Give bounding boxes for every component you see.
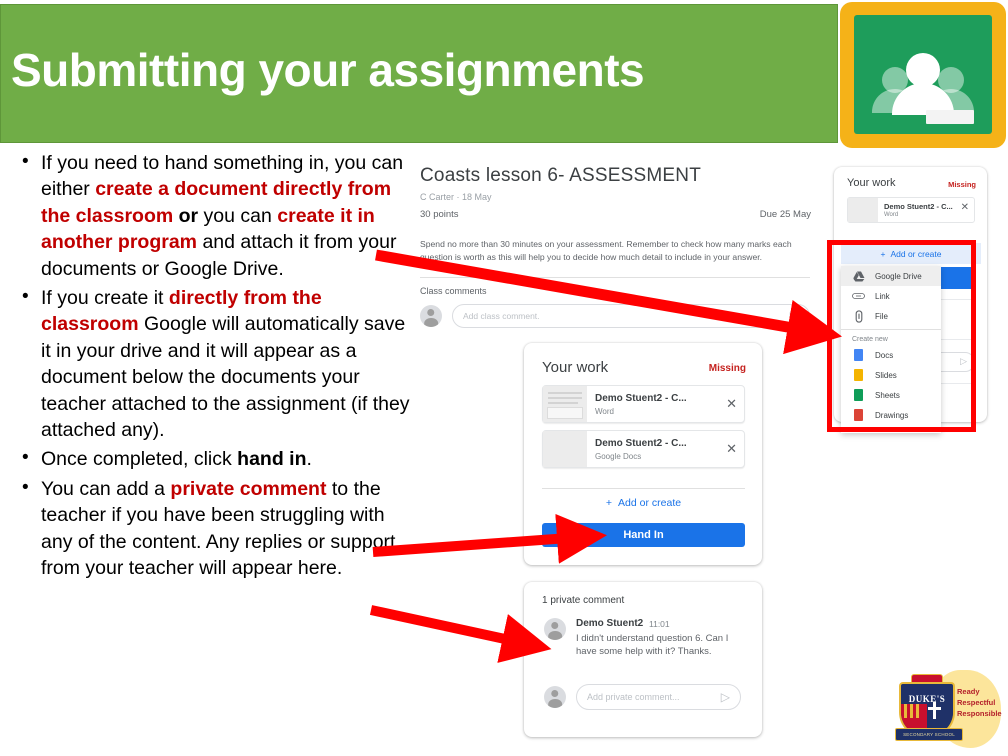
assignment-points: 30 points <box>420 209 459 220</box>
bullet-text-segment: private comment <box>170 477 327 500</box>
bullet-list-items: If you need to hand something in, you ca… <box>14 149 414 582</box>
attachment-type: Word <box>595 407 614 416</box>
comment-timestamp: 11:01 <box>649 619 670 629</box>
bullet-text-segment: hand in <box>237 448 307 471</box>
bullet-list: If you need to hand something in, you ca… <box>14 149 414 585</box>
plus-icon: + <box>605 497 613 509</box>
status-badge: Missing <box>948 180 976 189</box>
comment-body: I didn't understand question 6. Can I ha… <box>576 633 729 657</box>
crest-banner: SECONDARY SCHOOL <box>895 728 963 741</box>
motto-line: Responsible <box>957 709 1002 718</box>
your-work-title: Your work <box>847 177 896 189</box>
close-icon[interactable]: ✕ <box>726 397 737 410</box>
assignment-description: Spend no more than 30 minutes on your as… <box>420 239 792 262</box>
close-icon[interactable]: ✕ <box>726 442 737 455</box>
attachment-name: Demo Stuent2 - C... <box>595 438 687 449</box>
status-badge: Missing <box>708 363 746 374</box>
private-comments-title: 1 private comment <box>542 595 625 606</box>
arrow-to-private-comment <box>369 605 552 663</box>
your-work-card: Your work Missing Demo Stuent2 - C... Wo… <box>524 343 762 565</box>
bullet-private-comment: You can add a private comment to the tea… <box>14 475 414 582</box>
assignment-title: Coasts lesson 6- ASSESSMENT <box>420 165 702 186</box>
avatar <box>544 686 566 708</box>
document-thumbnail-icon <box>848 198 878 222</box>
private-comment-input[interactable]: Add private comment... ▷ <box>576 684 741 710</box>
slide-header-banner: Submitting your assignments <box>0 4 838 143</box>
add-or-create-button[interactable]: + Add or create <box>542 491 745 515</box>
document-thumbnail-icon <box>543 386 587 422</box>
assignment-due-date: Due 25 May <box>759 209 811 220</box>
attachment-name: Demo Stuent2 - C... <box>884 202 953 211</box>
attachment-name: Demo Stuent2 - C... <box>595 393 687 404</box>
bullet-handin: Once completed, click hand in. <box>14 445 414 472</box>
send-icon[interactable]: ▷ <box>721 690 730 704</box>
attachment-type: Google Docs <box>595 452 642 461</box>
private-comments-card: 1 private comment Demo Stuent2 11:01 I d… <box>524 582 762 737</box>
chalkboard-shape <box>854 15 992 134</box>
bullet-autosave: If you create it directly from the class… <box>14 284 414 443</box>
divider <box>420 277 810 278</box>
red-highlight-box <box>827 240 976 432</box>
bullet-text-segment: . <box>306 448 312 471</box>
class-comment-input[interactable]: Add class comment. ▷ <box>452 304 810 328</box>
cross-icon-horizontal <box>928 707 941 710</box>
school-crest-logo: DUKE'S SECONDARY SCHOOL Ready Respectful… <box>895 668 1005 754</box>
bullet-text-segment: If you create it <box>41 287 169 310</box>
assignment-detail-screenshot: Coasts lesson 6- ASSESSMENT C Carter · 1… <box>415 162 815 337</box>
attachment-item[interactable]: Demo Stuent2 - C... Google Docs ✕ <box>542 430 745 468</box>
class-comment-placeholder: Add class comment. <box>463 311 540 321</box>
comment-author: Demo Stuent2 <box>576 618 644 629</box>
bullet-text-segment: Once completed, click <box>41 448 238 471</box>
your-work-title: Your work <box>542 359 609 376</box>
page-title: Submitting your assignments <box>11 44 645 96</box>
class-comments-label: Class comments <box>420 286 487 296</box>
attachment-item[interactable]: Demo Stuent2 - C... Word ✕ <box>847 197 975 223</box>
document-thumbnail-icon <box>543 431 587 467</box>
private-comment-placeholder: Add private comment... <box>587 692 680 702</box>
assignment-meta: C Carter · 18 May <box>420 192 492 202</box>
send-icon[interactable]: ▷ <box>790 309 799 323</box>
divider <box>542 488 745 489</box>
motto-line: Respectful <box>957 698 996 707</box>
crest-motto: Ready Respectful Responsible <box>957 686 1005 719</box>
attachment-item[interactable]: Demo Stuent2 - C... Word ✕ <box>542 385 745 423</box>
hand-in-button[interactable]: Hand In <box>542 523 745 547</box>
bullet-text-segment: You can add a <box>41 477 171 500</box>
attachment-type: Word <box>884 212 899 218</box>
chevron-bars-icon <box>904 704 921 718</box>
person-center-head-icon <box>906 53 940 87</box>
avatar <box>544 618 566 640</box>
bullet-create: If you need to hand something in, you ca… <box>14 149 414 282</box>
close-icon[interactable]: ✕ <box>961 203 969 213</box>
class-comment-row: Add class comment. ▷ <box>420 302 810 330</box>
motto-line: Ready <box>957 687 980 696</box>
cross-icon-vertical <box>933 702 936 719</box>
bullet-text-segment: you can <box>198 204 278 227</box>
crest-name: DUKE'S <box>908 694 946 704</box>
google-classroom-logo <box>840 2 1006 148</box>
add-or-create-label: Add or create <box>618 497 682 509</box>
avatar <box>420 305 442 327</box>
bullet-text-segment: or <box>173 204 199 227</box>
